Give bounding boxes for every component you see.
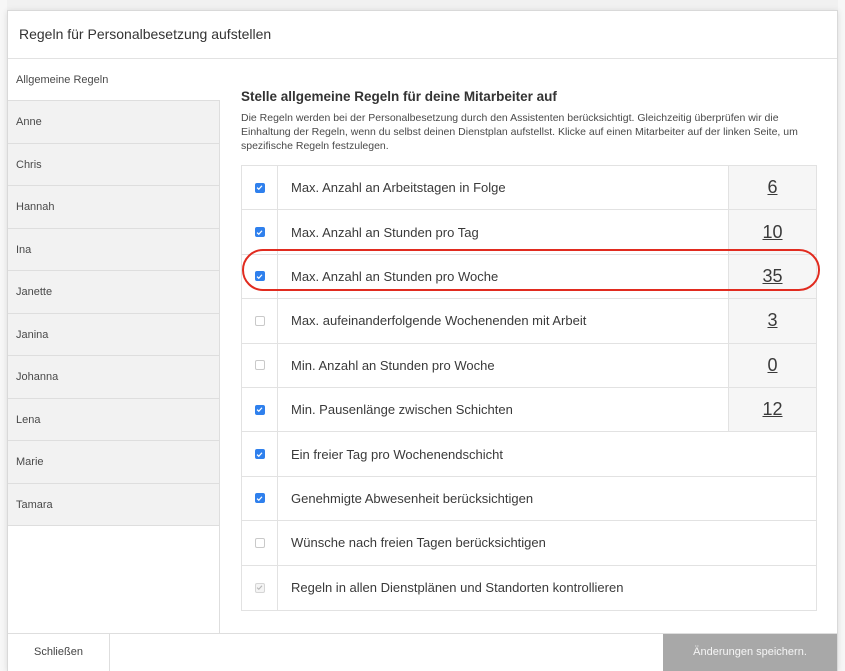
rule-label: Min. Pausenlänge zwischen Schichten [291,402,513,418]
rule-value[interactable]: 0 [728,343,816,387]
background-left-edge [0,0,7,671]
rules-table: Max. Anzahl an Arbeitstagen in Folge 6 Max… [241,165,817,611]
rule-checkbox-cell [242,299,278,343]
rule-label: Ein freier Tag pro Wochenendschicht [291,446,503,462]
section-title: Stelle allgemeine Regeln für deine Mitar… [241,89,557,104]
rule-value[interactable]: 35 [728,254,816,299]
rule-row: Min. Anzahl an Stunden pro Woche 0 [242,343,816,388]
rule-checkbox-cell [242,432,278,476]
rule-row: Regeln in allen Dienstplänen und Standor… [242,565,816,610]
rule-checkbox-cell [242,343,278,387]
rule-checkbox[interactable] [254,315,265,326]
rule-row: Min. Pausenlänge zwischen Schichten 12 [242,387,816,433]
rule-checkbox[interactable] [254,404,265,415]
sidebar-item-employee[interactable]: Ina [8,228,220,271]
modal-footer: Schließen Änderungen speichern. [8,633,837,671]
sidebar-item-general-rules[interactable]: Allgemeine Regeln [8,59,220,101]
rule-row: Max. Anzahl an Arbeitstagen in Folge 6 [242,166,816,211]
rule-row: Wünsche nach freien Tagen berücksichtige… [242,521,816,566]
modal-title: Regeln für Personalbesetzung aufstellen [8,11,837,59]
sidebar-item-employee[interactable]: Marie [8,441,220,484]
close-button[interactable]: Schließen [8,634,110,671]
rules-panel: Stelle allgemeine Regeln für deine Mitar… [220,59,837,634]
sidebar-item-employee[interactable]: Hannah [8,186,220,229]
rule-label: Genehmigte Abwesenheit berücksichtigen [291,490,534,506]
rule-row: Max. Anzahl an Stunden pro Woche 35 [242,254,816,300]
rule-label: Min. Anzahl an Stunden pro Woche [291,357,495,373]
section-description: Die Regeln werden bei der Personalbesetz… [241,112,798,152]
sidebar-item-employee[interactable]: Janette [8,271,220,314]
rule-checkbox-cell [242,166,278,210]
rule-value[interactable]: 6 [728,166,816,210]
rule-row: Ein freier Tag pro Wochenendschicht [242,432,816,477]
sidebar-item-employee[interactable]: Johanna [8,356,220,399]
sidebar-item-employee[interactable]: Chris [8,143,220,186]
rule-checkbox-cell [242,210,278,254]
rule-checkbox-cell [242,387,278,432]
sidebar-item-employee[interactable]: Janina [8,313,220,356]
sidebar-item-employee[interactable]: Anne [8,101,220,144]
rule-label: Max. Anzahl an Arbeitstagen in Folge [291,180,506,196]
rule-checkbox[interactable] [254,182,265,193]
rule-checkbox[interactable] [254,271,265,282]
sidebar-item-employee[interactable]: Tamara [8,483,220,526]
rule-checkbox [254,582,265,593]
sidebar-item-employee[interactable]: Lena [8,398,220,441]
rule-row: Genehmigte Abwesenheit berücksichtigen [242,476,816,522]
rule-label: Max. aufeinanderfolgende Wochenenden mit… [291,313,587,329]
employee-sidebar: Allgemeine Regeln Anne Chris Hannah Ina Janet… [8,59,220,634]
rule-checkbox[interactable] [254,449,265,460]
rules-modal: Regeln für Personalbesetzung aufstellen … [7,10,838,671]
rule-checkbox-cell [242,521,278,565]
rule-value[interactable]: 12 [728,387,816,432]
rule-value[interactable]: 10 [728,210,816,254]
rule-label: Max. Anzahl an Stunden pro Woche [291,268,499,284]
background-right-edge [838,0,845,671]
rule-row: Max. Anzahl an Stunden pro Tag 10 [242,210,816,255]
rule-checkbox[interactable] [254,360,265,371]
save-changes-button[interactable]: Änderungen speichern. [663,634,837,671]
rule-label: Regeln in allen Dienstplänen und Standor… [291,580,624,596]
rule-row: Max. aufeinanderfolgende Wochenenden mit… [242,299,816,344]
rule-checkbox-cell [242,254,278,299]
rule-checkbox-cell [242,565,278,610]
rule-checkbox[interactable] [254,493,265,504]
rule-label: Wünsche nach freien Tagen berücksichtige… [291,535,546,551]
rule-value[interactable]: 3 [728,299,816,343]
rule-checkbox-cell [242,476,278,521]
rule-checkbox[interactable] [254,537,265,548]
rule-label: Max. Anzahl an Stunden pro Tag [291,224,479,240]
rule-checkbox[interactable] [254,227,265,238]
